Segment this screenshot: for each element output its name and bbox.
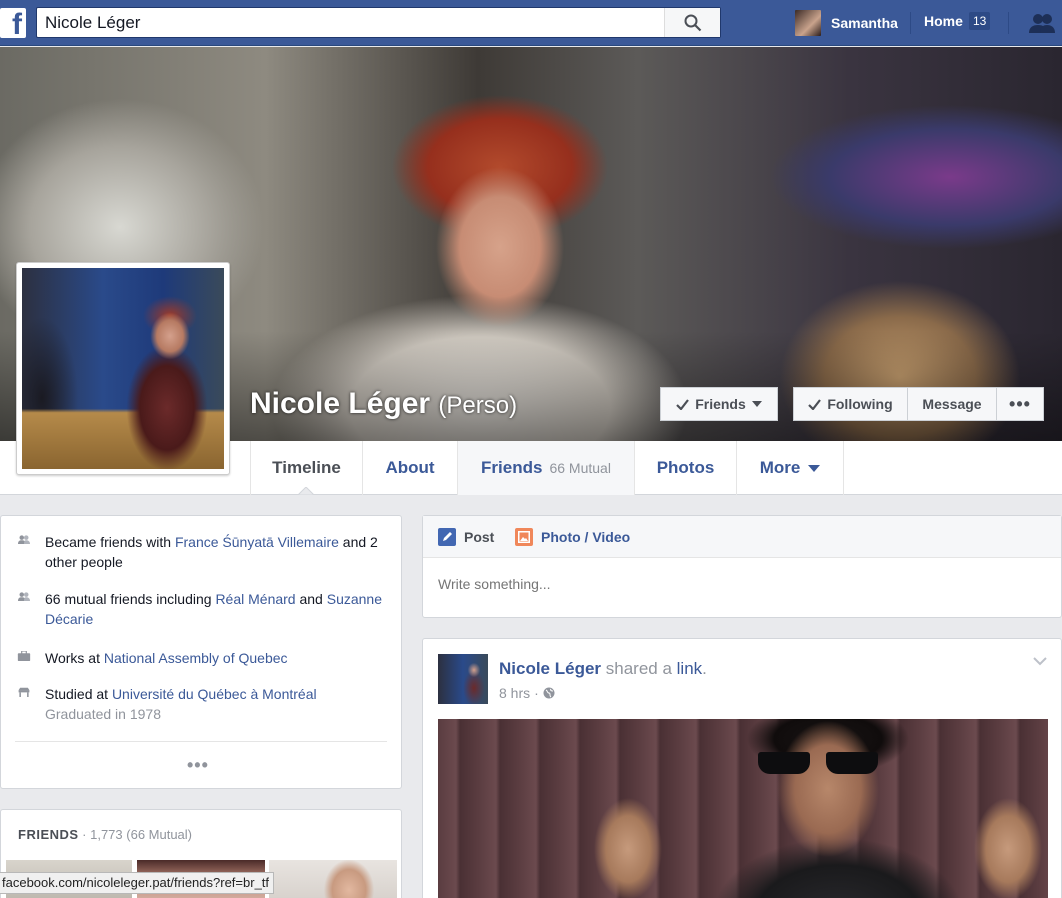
pencil-icon <box>438 528 456 546</box>
tab-about[interactable]: About <box>363 441 458 495</box>
graduation-year: Graduated in 1978 <box>45 706 161 722</box>
checkmark-icon <box>808 398 822 410</box>
sunglasses-lens <box>758 752 810 774</box>
following-button[interactable]: Following <box>793 387 908 421</box>
search-icon <box>684 14 701 31</box>
divider <box>910 12 911 34</box>
following-button-label: Following <box>827 396 893 412</box>
intro-row-friends: Became friends with France Śūnyatā Ville… <box>15 532 395 572</box>
intro-text-part: 66 mutual friends including <box>45 591 216 607</box>
message-button-label: Message <box>922 396 982 412</box>
post-header: Nicole Léger shared a link. <box>499 659 707 679</box>
post-object-link[interactable]: link <box>677 659 703 678</box>
friends-card-header[interactable]: FRIENDS · 1,773 (66 Mutual) <box>18 827 192 842</box>
profile-picture-image <box>22 268 224 469</box>
tab-more[interactable]: More <box>737 441 844 495</box>
intro-text: Studied at Université du Québec à Montré… <box>45 684 395 724</box>
search-input[interactable] <box>37 8 665 37</box>
school-icon <box>18 687 30 697</box>
checkmark-icon <box>676 398 690 410</box>
sunglasses-lens <box>826 752 878 774</box>
school-link[interactable]: Université du Québec à Montréal <box>112 686 317 702</box>
friend-requests-icon[interactable] <box>1028 12 1056 34</box>
user-name: Samantha <box>831 15 898 31</box>
tab-about-label: About <box>385 458 435 477</box>
tab-timeline-label: Timeline <box>272 458 341 477</box>
friend-thumbnail[interactable] <box>269 860 397 898</box>
caret-down-icon <box>751 401 762 407</box>
composer-tab-photo[interactable]: Photo / Video <box>515 528 630 546</box>
home-count-badge: 13 <box>969 12 991 30</box>
intro-text: Works at National Assembly of Quebec <box>45 648 395 668</box>
avatar <box>795 10 821 36</box>
intro-row-education: Studied at Université du Québec à Montré… <box>15 684 395 724</box>
post-author-link[interactable]: Nicole Léger <box>499 659 601 678</box>
divider <box>1008 12 1009 34</box>
more-options-button[interactable]: ••• <box>996 387 1044 421</box>
composer-input[interactable] <box>438 576 1038 592</box>
facebook-logo-text: f <box>12 8 22 38</box>
sunglasses <box>758 752 878 774</box>
intro-card: Became friends with France Śūnyatā Ville… <box>0 515 402 789</box>
composer-tabs: Post Photo / Video <box>423 516 1061 558</box>
intro-text: Became friends with France Śūnyatā Ville… <box>45 532 395 572</box>
photo-icon <box>515 528 533 546</box>
composer-tab-post[interactable]: Post <box>438 528 494 546</box>
active-tab-indicator <box>298 487 314 495</box>
chevron-down-icon[interactable] <box>1033 657 1047 666</box>
intro-text-part: Works at <box>45 650 104 666</box>
friend-link[interactable]: Réal Ménard <box>215 591 295 607</box>
composer: Post Photo / Video <box>422 515 1062 618</box>
shared-link-image[interactable] <box>438 719 1048 898</box>
feed-post: Nicole Léger shared a link. 8 hrs · <box>422 638 1062 898</box>
profile-link[interactable]: Samantha <box>795 10 898 36</box>
post-meta-separator: · <box>534 685 539 701</box>
profile-alternate-name: (Perso) <box>438 392 518 419</box>
intro-text: 66 mutual friends including Réal Ménard … <box>45 589 395 629</box>
employer-link[interactable]: National Assembly of Quebec <box>104 650 288 666</box>
tab-friends-label: Friends <box>481 458 543 477</box>
profile-name-text: Nicole Léger <box>250 387 431 420</box>
profile-name[interactable]: Nicole Léger (Perso) <box>250 387 517 421</box>
message-button[interactable]: Message <box>907 387 997 421</box>
friends-card-title: FRIENDS <box>18 827 79 842</box>
mutual-count: 66 Mutual <box>549 460 611 476</box>
post-header-tail: . <box>702 659 707 678</box>
post-meta: 8 hrs · <box>499 685 555 701</box>
post-timestamp[interactable]: 8 hrs <box>499 685 530 701</box>
see-more-button[interactable]: ••• <box>187 756 209 774</box>
intro-text-part: and <box>295 591 327 607</box>
facebook-logo-icon[interactable]: f <box>0 8 26 38</box>
caret-down-icon <box>808 464 821 472</box>
more-options-icon: ••• <box>1009 393 1031 414</box>
intro-row-mutual: 66 mutual friends including Réal Ménard … <box>15 589 395 629</box>
intro-text-part: Studied at <box>45 686 112 702</box>
tab-photos-label: Photos <box>656 458 715 477</box>
intro-row-work: Works at National Assembly of Quebec <box>15 648 395 668</box>
globe-icon[interactable] <box>543 687 555 699</box>
people-icon <box>18 592 30 601</box>
tab-friends[interactable]: Friends 66 Mutual <box>458 441 635 495</box>
friends-button[interactable]: Friends <box>660 387 778 421</box>
briefcase-icon <box>17 651 31 661</box>
link-status-bar: facebook.com/nicoleleger.pat/friends?ref… <box>0 872 275 894</box>
composer-tab-post-label: Post <box>464 529 495 545</box>
search-box <box>36 7 721 38</box>
friends-card-count: · 1,773 (66 Mutual) <box>78 827 193 842</box>
divider <box>15 741 387 742</box>
composer-tab-photo-label: Photo / Video <box>541 529 631 545</box>
top-bar: f Samantha Home 13 <box>0 0 1062 46</box>
post-action-text: shared a <box>601 659 677 678</box>
home-link[interactable]: Home <box>924 13 963 29</box>
tab-photos[interactable]: Photos <box>635 441 737 495</box>
friend-link[interactable]: France Śūnyatā Villemaire <box>175 534 339 550</box>
search-button[interactable] <box>664 8 720 37</box>
intro-text-part: Became friends with <box>45 534 175 550</box>
profile-picture[interactable] <box>16 262 230 475</box>
post-author-avatar[interactable] <box>438 654 488 704</box>
people-icon <box>18 535 30 544</box>
tab-more-label: More <box>759 458 801 477</box>
friends-button-label: Friends <box>695 396 746 412</box>
